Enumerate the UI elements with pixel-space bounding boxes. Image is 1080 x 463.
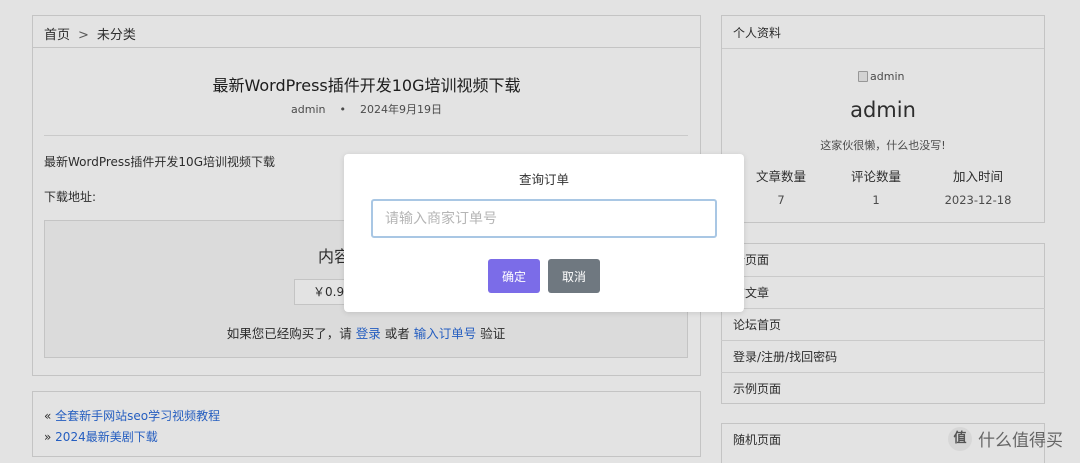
query-order-dialog: 查询订单 确定 取消 [344, 154, 744, 312]
watermark-logo-icon: 值 [948, 426, 972, 451]
dialog-title: 查询订单 [518, 172, 569, 187]
order-number-input[interactable] [371, 199, 717, 238]
watermark: 值 什么值得买 [948, 426, 1063, 451]
cancel-button[interactable]: 取消 [548, 259, 600, 293]
confirm-button[interactable]: 确定 [488, 259, 540, 293]
watermark-text: 什么值得买 [978, 431, 1063, 451]
